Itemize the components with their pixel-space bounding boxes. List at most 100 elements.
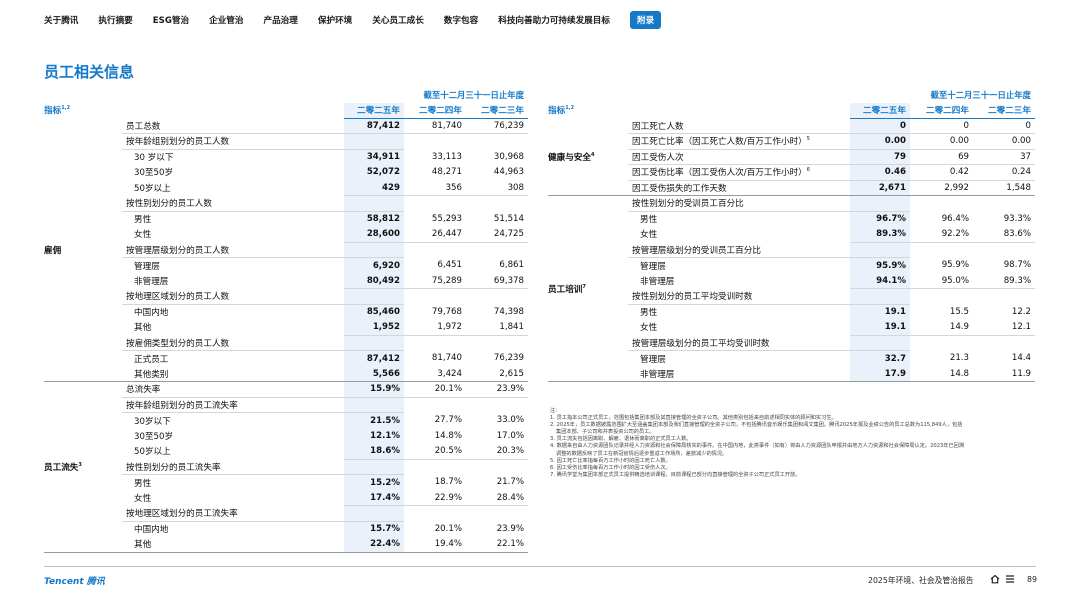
page-number: 89: [1027, 575, 1037, 584]
value-2025-empty: [344, 133, 404, 150]
value-2025-empty: [344, 242, 404, 258]
value-2023: 89.3%: [973, 273, 1035, 289]
value-2023: 11.9: [973, 366, 1035, 382]
row-label: 男性: [134, 478, 152, 489]
nav-item-3[interactable]: 企业管治: [209, 14, 243, 26]
value-2025: 12.1%: [344, 428, 404, 444]
row-label: 按管理层级划分的员工人数: [122, 242, 344, 258]
value-2025: 52,072: [344, 164, 404, 180]
nav-item-0[interactable]: 关于腾讯: [44, 14, 78, 26]
value-2024: 69: [910, 149, 973, 165]
nav-item-9[interactable]: 附录: [629, 11, 662, 29]
value-2024: 20.1%: [404, 381, 466, 398]
value-2023-empty: [466, 335, 528, 351]
footnote-4-cont: 调整的数据反映了员工在新冠疫情后逐步重返工作场所，差旅减少的情况。: [556, 450, 728, 457]
value-2025: 85,460: [344, 304, 404, 320]
value-2023: 33.0%: [496, 415, 524, 426]
table-row: 雇佣 员工总数 87,412 81,740 76,239: [44, 118, 528, 382]
value-2023: 1,841: [466, 319, 528, 336]
year-2023-header: 二零二三年: [466, 102, 528, 119]
value-2023: 37: [973, 149, 1035, 165]
value-2023: 51,514: [493, 213, 524, 224]
value-2025-empty: [850, 195, 910, 212]
top-navigation: 关于腾讯 执行摘要 ESG管治 企业管治 产品治理 保护环境 关心员工成长 数字包容 科技向善助…: [44, 11, 681, 29]
value-2024: 26,447: [404, 226, 466, 243]
value-2024: 2,992: [910, 180, 973, 196]
nav-item-5[interactable]: 保护环境: [318, 14, 352, 26]
value-2024: 14.8: [910, 366, 973, 382]
nav-item-1[interactable]: 执行摘要: [98, 14, 132, 26]
tencent-logo: Tencent 腾讯: [44, 577, 105, 587]
footer-divider: [44, 566, 1036, 567]
value-2023: 44,963: [493, 167, 524, 178]
value-2025-empty: [344, 335, 404, 351]
value-2023: 14.4: [1011, 353, 1031, 364]
value-2025: 18.6%: [344, 443, 404, 460]
value-2023: 76,239: [466, 118, 528, 134]
value-2023: 93.3%: [1003, 213, 1031, 224]
row-label: 非管理层: [640, 276, 675, 287]
value-2025: 80,492: [344, 273, 404, 289]
nav-item-2[interactable]: ESG管治: [153, 14, 189, 26]
row-label: 按地理区域划分的员工人数: [122, 288, 344, 305]
value-2023-empty: [466, 397, 528, 413]
value-2025: 0.46: [850, 164, 910, 181]
value-2024: 19.4%: [404, 536, 466, 553]
value-2023-empty: [466, 196, 528, 212]
year-2025-header: 二零二五年: [850, 102, 910, 119]
value-2025: 1,952: [344, 319, 404, 336]
value-2023: 17.0%: [496, 430, 524, 441]
row-label: 因工受伤损失的工作天数: [628, 180, 850, 196]
value-2023: 2,615: [466, 366, 528, 382]
row-label: 男性: [640, 308, 658, 318]
value-2024: 27.7%: [434, 415, 462, 426]
table-row: 员工流失3 总流失率 15.9% 20.1% 23.9%: [44, 381, 528, 553]
nav-item-6[interactable]: 关心员工成长: [372, 14, 424, 26]
value-2025: 0.00: [850, 133, 910, 150]
row-label: 按性别划分的员工平均受训时数: [628, 288, 850, 305]
value-2025: 19.1: [850, 304, 910, 320]
value-2023: 76,239: [493, 353, 524, 364]
nav-item-4[interactable]: 产品治理: [263, 14, 297, 26]
category-label: 雇佣: [44, 118, 122, 382]
value-2024-empty: [404, 397, 466, 413]
row-label: 正式员工: [134, 354, 169, 365]
value-2024: 6,451: [437, 260, 462, 271]
value-2025: 58,812: [344, 211, 404, 227]
value-2023: 24,725: [466, 226, 528, 243]
value-2023-empty: [466, 242, 528, 258]
nav-item-7[interactable]: 数字包容: [444, 14, 478, 26]
value-2024: 95.9%: [941, 260, 969, 271]
value-2024: 14.8%: [434, 430, 462, 441]
period-header: 截至十二月三十一日止年度: [930, 89, 1032, 100]
value-2023: 20.3%: [466, 443, 528, 460]
value-2023: 0: [973, 118, 1035, 134]
value-2023: 83.6%: [973, 226, 1035, 243]
value-2024-empty: [404, 506, 466, 522]
value-2024: 96.4%: [941, 213, 969, 224]
footnote-4: 4. 数据来自由人力资源团队记录并经人力资源和社会保障局核实的事件。在中国内地，…: [550, 443, 965, 450]
value-2025-empty: [344, 397, 404, 413]
nav-item-8[interactable]: 科技向善助力可持续发展目标: [498, 14, 610, 26]
row-label: 中国内地: [134, 308, 169, 318]
year-2024-header: 二零二四年: [404, 102, 466, 119]
value-2025: 34,911: [344, 149, 404, 165]
home-icon[interactable]: [990, 574, 1000, 584]
menu-icon[interactable]: [1005, 574, 1015, 584]
indicator-header: 指标1,2: [44, 105, 71, 116]
value-2024: 14.9: [910, 319, 973, 336]
value-2025-empty: [344, 195, 404, 212]
value-2025: 79: [850, 149, 910, 165]
value-2023-empty: [466, 289, 528, 305]
value-2024-empty: [404, 289, 466, 305]
value-2023: 28.4%: [466, 490, 528, 506]
row-label: 因工受伤比率（因工受伤人次/百万工作小时）6: [628, 164, 850, 181]
row-label: 按管理层级划分的员工平均受训时数: [628, 335, 850, 351]
value-2023: 0.00: [973, 133, 1035, 150]
footnotes: 注： 1. 员工指本公司正式员工，范围包括集团本部及其直接管理的全资子公司。其他…: [550, 408, 1030, 479]
value-2025: 22.4%: [344, 536, 404, 553]
value-2024: 0: [910, 118, 973, 134]
category-label: 员工流失3: [44, 381, 122, 553]
value-2025: 15.9%: [344, 381, 404, 398]
category-label: 员工培训7: [548, 195, 628, 382]
